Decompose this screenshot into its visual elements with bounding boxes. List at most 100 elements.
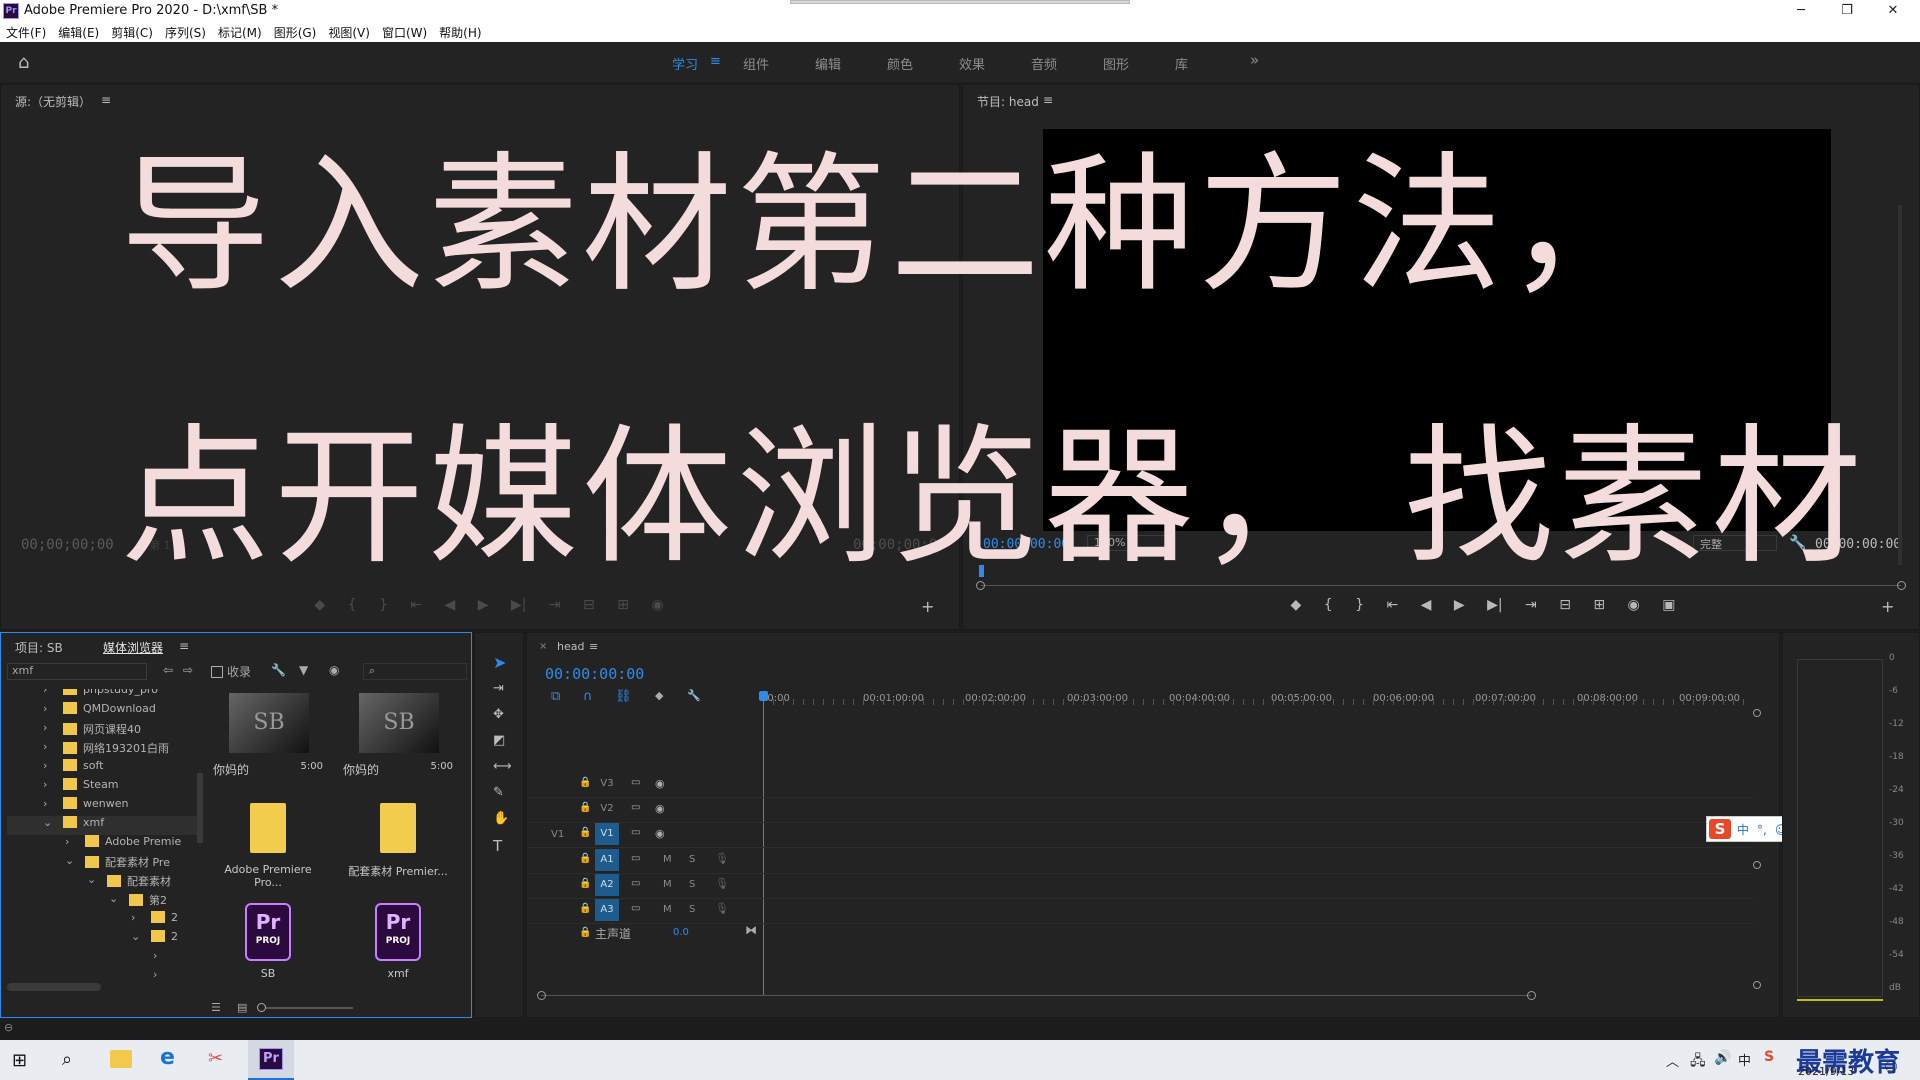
tray-overflow-icon[interactable]: ︿	[1666, 1051, 1679, 1070]
volume-icon[interactable]: 🔊	[1714, 1050, 1731, 1066]
pen-tool-icon[interactable]: ✎	[493, 785, 504, 800]
start-windows-icon[interactable]: ⊞	[12, 1050, 27, 1071]
edge-browser-icon[interactable]: e	[160, 1045, 175, 1070]
eye-toggle-icon[interactable]: ◉	[655, 777, 665, 790]
sync-lock-icon[interactable]: ▭	[631, 853, 640, 864]
tree-scrollbar[interactable]	[197, 773, 203, 843]
lock-icon[interactable]: 🔒	[579, 802, 591, 813]
premiere-taskbar-button[interactable]: Pr	[248, 1040, 294, 1080]
tree-item[interactable]: › phpstudy_pro	[7, 689, 197, 702]
close-tab-icon[interactable]: ×	[539, 641, 547, 652]
solo-button[interactable]: S	[689, 879, 695, 890]
tab-media-browser[interactable]: 媒体浏览器	[103, 639, 163, 656]
track-select-tool-icon[interactable]: ⇥	[493, 681, 504, 696]
snap-icon[interactable]: ∩	[583, 689, 593, 704]
clock-date[interactable]: 2021/9/13	[1798, 1065, 1854, 1078]
icon-view-icon[interactable]: ▤	[237, 1001, 247, 1014]
tree-item[interactable]: ⌄ 配套素材 Pre	[7, 854, 197, 873]
razor-tool-icon[interactable]: ◩	[493, 733, 505, 748]
menu-graphics[interactable]: 图形(G)	[268, 22, 323, 41]
source-transport-controls[interactable]: ◆ { } ⇤ ◀ ▶ ▶| ⇥ ⊟ ⊞ ◉	[289, 597, 689, 613]
nest-icon[interactable]: ⧉	[551, 689, 560, 704]
linked-selection-icon[interactable]: ⛓	[615, 689, 632, 704]
tree-chevron-icon[interactable]: ⌄	[65, 854, 74, 867]
tree-item[interactable]: ⌄ 2	[7, 930, 197, 949]
sync-lock-icon[interactable]: ▭	[631, 878, 640, 889]
workspace-effects[interactable]: 效果	[959, 54, 985, 73]
timeline-timecode[interactable]: 00:00:00:00	[545, 665, 644, 683]
type-tool-icon[interactable]: T	[493, 837, 502, 855]
file-explorer-icon[interactable]	[110, 1050, 132, 1068]
media-browser-menu-icon[interactable]: ≡	[179, 639, 189, 653]
network-icon[interactable]: 🖧	[1690, 1050, 1706, 1074]
slip-tool-icon[interactable]: ⟷	[493, 759, 512, 774]
notification-icon[interactable]: 🗨	[1882, 1060, 1900, 1076]
mic-icon[interactable]: 🎙	[715, 902, 729, 915]
media-item[interactable]: 配套素材 Premier...	[343, 803, 453, 879]
home-icon[interactable]: ⌂	[18, 52, 29, 73]
search-taskbar-icon[interactable]: ⌕	[62, 1049, 72, 1070]
lock-icon[interactable]: 🔒	[579, 827, 591, 838]
workspace-graphics[interactable]: 图形	[1103, 54, 1129, 73]
location-select[interactable]: xmf	[7, 663, 147, 680]
tree-item[interactable]: › QMDownload	[7, 702, 197, 721]
filter-icon[interactable]: ▼	[299, 663, 308, 677]
timeline-tab[interactable]: head	[557, 640, 584, 653]
lock-icon[interactable]: 🔒	[579, 878, 591, 889]
menu-sequence[interactable]: 序列(S)	[159, 22, 212, 41]
tree-item[interactable]: ⌄ xmf	[7, 816, 197, 835]
media-item[interactable]: Adobe Premiere Pro...	[213, 803, 323, 889]
drag-handle[interactable]	[790, 0, 1130, 4]
media-item[interactable]: SB 你妈的 5:00	[343, 693, 453, 778]
eye-toggle-icon[interactable]: ◉	[655, 802, 665, 815]
mic-icon[interactable]: 🎙	[715, 877, 729, 890]
solo-button[interactable]: S	[689, 854, 695, 865]
master-keyframe-icon[interactable]: ⧓	[745, 923, 757, 937]
tree-chevron-icon[interactable]: ⌄	[131, 930, 140, 943]
ime-option-icon[interactable]: 中	[1737, 823, 1749, 837]
tree-chevron-icon[interactable]: ›	[43, 759, 47, 772]
eye-icon[interactable]: ◉	[329, 663, 339, 677]
tree-chevron-icon[interactable]: ›	[43, 740, 47, 753]
menu-marker[interactable]: 标记(M)	[212, 22, 268, 41]
tree-chevron-icon[interactable]: ›	[43, 689, 47, 696]
video-track-target[interactable]: V3	[595, 773, 619, 795]
mute-button[interactable]: M	[663, 904, 672, 915]
hscroll-left-handle[interactable]	[537, 991, 546, 1000]
tree-chevron-icon[interactable]: ›	[153, 968, 157, 981]
vscroll-top-handle[interactable]	[1753, 709, 1761, 717]
tree-item[interactable]: ⌄ 配套素材	[7, 873, 197, 892]
tree-item[interactable]: › soft	[7, 759, 197, 778]
eye-toggle-icon[interactable]: ◉	[655, 827, 665, 840]
tree-item[interactable]: ⌄ 第2	[7, 892, 197, 911]
menu-clip[interactable]: 剪辑(C)	[105, 22, 159, 41]
tree-hscrollbar[interactable]	[7, 983, 101, 991]
master-volume-value[interactable]: 0.0	[673, 927, 689, 938]
lock-icon[interactable]: 🔒	[579, 777, 591, 788]
tree-item[interactable]: ›	[7, 949, 197, 968]
film-icon[interactable]: ▭	[631, 777, 640, 788]
ime-lang-icon[interactable]: 中	[1738, 1050, 1751, 1069]
marker-icon[interactable]: ◆	[655, 689, 663, 702]
program-scrollbar[interactable]	[1898, 205, 1902, 565]
settings-wrench-icon[interactable]: 🔧	[687, 689, 701, 702]
vscroll-mid-handle[interactable]	[1753, 861, 1761, 869]
tree-chevron-icon[interactable]: ⌄	[109, 892, 118, 905]
scrub-out-handle[interactable]	[1897, 581, 1906, 590]
workspace-menu-icon[interactable]: ≡	[710, 54, 721, 69]
tree-chevron-icon[interactable]: ›	[131, 911, 135, 924]
mic-icon[interactable]: 🎙	[715, 852, 729, 865]
film-icon[interactable]: ▭	[631, 802, 640, 813]
workspace-editing[interactable]: 编辑	[815, 54, 841, 73]
hand-tool-icon[interactable]: ✋	[493, 811, 509, 826]
ime-option-icon[interactable]: °,	[1757, 823, 1767, 837]
vscroll-bottom-handle[interactable]	[1753, 981, 1761, 989]
source-timecode[interactable]: 00;00;00;00	[21, 537, 114, 553]
hscroll-right-handle[interactable]	[1527, 991, 1536, 1000]
media-item[interactable]: Pr PROJ SB	[213, 903, 323, 980]
minimize-button[interactable]: ─	[1778, 0, 1824, 22]
source-add-button-icon[interactable]: +	[921, 597, 934, 616]
menu-edit[interactable]: 编辑(E)	[52, 22, 105, 41]
timeline-hscroll[interactable]	[541, 995, 1531, 996]
tree-chevron-icon[interactable]: ›	[43, 797, 47, 810]
